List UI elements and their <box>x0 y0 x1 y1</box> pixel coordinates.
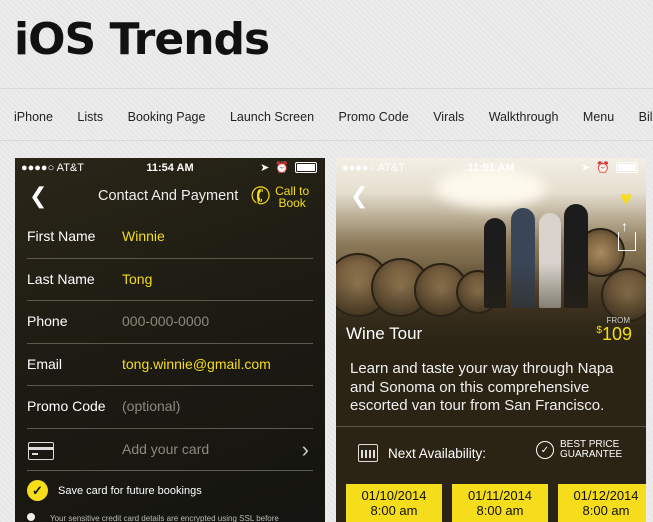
checkmark-icon: ✓ <box>27 480 48 501</box>
location-icon: ➤ <box>581 162 591 174</box>
status-bar: ●●●●○ AT&T 11:51 AM ➤ ⏰ <box>336 158 646 178</box>
nav-item-promo-code[interactable]: Promo Code <box>339 110 409 124</box>
nav-item-launch-screen[interactable]: Launch Screen <box>230 110 314 124</box>
nav-item-booking-page[interactable]: Booking Page <box>128 110 206 124</box>
save-card-label: Save card for future bookings <box>58 484 202 497</box>
phone-placeholder[interactable]: 000-000-0000 <box>122 313 209 329</box>
last-name-value[interactable]: Tong <box>122 271 152 287</box>
site-title: iOS Trends <box>14 14 270 65</box>
first-name-value[interactable]: Winnie <box>122 228 165 244</box>
email-value[interactable]: tong.winnie@gmail.com <box>122 356 271 372</box>
phone-icon: ✆ <box>246 180 276 213</box>
phone-label: Phone <box>27 313 68 329</box>
email-field[interactable]: Email tong.winnie@gmail.com <box>27 344 313 386</box>
save-card-toggle[interactable]: ✓ Save card for future bookings <box>27 480 202 501</box>
favorite-heart-icon[interactable]: ♥ <box>620 188 632 211</box>
slot-date: 01/10/2014 <box>361 488 427 503</box>
status-bar: ●●●●○ AT&T 11:54 AM ➤ ⏰ <box>15 158 325 178</box>
calendar-icon <box>358 444 378 462</box>
contact-form: First Name Winnie Last Name Tong Phone 0… <box>27 216 313 471</box>
call-to-book-button[interactable]: ✆ Call to Book <box>247 180 310 212</box>
nav-divider <box>0 140 653 141</box>
best-price-badge: ✓ BEST PRICE GUARANTEE <box>536 440 622 460</box>
battery-icon <box>295 162 317 173</box>
back-chevron-icon[interactable]: ❮ <box>350 184 368 209</box>
promo-code-field[interactable]: Promo Code (optional) <box>27 386 313 429</box>
photo-gradient <box>336 158 646 348</box>
slot-date: 01/12/2014 <box>573 488 639 503</box>
alarm-icon: ⏰ <box>596 162 610 174</box>
tour-description: Learn and taste your way through Napa an… <box>350 360 614 414</box>
nav-item-lists[interactable]: Lists <box>77 110 103 124</box>
screen-title: Contact And Payment <box>98 188 239 204</box>
add-card-row[interactable]: Add your card › <box>27 429 313 471</box>
location-icon: ➤ <box>260 162 270 174</box>
nav-item-menu[interactable]: Menu <box>583 110 614 124</box>
alarm-icon: ⏰ <box>275 162 289 174</box>
share-icon[interactable] <box>618 218 636 251</box>
wine-tour-screenshot: ●●●●○ AT&T 11:51 AM ➤⏰ ❮ ♥ Wine Tour FRO… <box>336 158 646 522</box>
nav-item-iphone[interactable]: iPhone <box>14 110 53 124</box>
battery-icon <box>616 162 638 173</box>
back-chevron-icon[interactable]: ❮ <box>29 184 47 209</box>
chevron-right-icon: › <box>301 436 309 462</box>
section-divider <box>336 426 646 427</box>
security-note-text: Your sensitive credit card details are e… <box>50 514 279 522</box>
slot-date: 01/11/2014 <box>467 488 533 503</box>
date-slot-button[interactable]: 01/12/2014 8:00 am <box>558 484 646 522</box>
header-divider <box>0 88 653 89</box>
phone-field[interactable]: Phone 000-000-0000 <box>27 301 313 344</box>
promo-code-label: Promo Code <box>27 398 106 414</box>
nav-item-billing[interactable]: Billing <box>639 110 653 124</box>
price-value: 109 <box>601 324 632 344</box>
first-name-field[interactable]: First Name Winnie <box>27 216 313 259</box>
nav-item-walkthrough[interactable]: Walkthrough <box>489 110 559 124</box>
best-price-label: BEST PRICE GUARANTEE <box>560 439 623 460</box>
call-to-book-label: Call to Book <box>275 183 310 210</box>
first-name-label: First Name <box>27 228 96 244</box>
tour-photo <box>336 158 646 348</box>
next-availability-label: Next Availability: <box>388 446 487 461</box>
promo-code-placeholder[interactable]: (optional) <box>122 398 180 414</box>
credit-card-icon <box>28 441 54 460</box>
slot-time: 8:00 am <box>476 503 524 518</box>
top-nav: iPhone Lists Booking Page Launch Screen … <box>14 110 653 124</box>
check-circle-icon: ✓ <box>536 441 554 459</box>
add-card-label: Add your card <box>122 440 210 457</box>
availability-slots: 01/10/2014 8:00 am 01/11/2014 8:00 am 01… <box>346 484 646 522</box>
nav-item-virals[interactable]: Virals <box>433 110 464 124</box>
date-slot-button[interactable]: 01/10/2014 8:00 am <box>346 484 442 522</box>
info-dot-icon <box>27 513 35 521</box>
slot-time: 8:00 am <box>582 503 630 518</box>
email-label: Email <box>27 355 63 372</box>
last-name-field[interactable]: Last Name Tong <box>27 259 313 301</box>
tour-title: Wine Tour <box>346 324 423 343</box>
tour-price: $109 <box>596 324 632 345</box>
last-name-label: Last Name <box>27 270 95 287</box>
slot-time: 8:00 am <box>370 503 418 518</box>
security-note: Your sensitive credit card details are e… <box>27 513 279 522</box>
date-slot-button[interactable]: 01/11/2014 8:00 am <box>452 484 548 522</box>
contact-payment-screenshot: ●●●●○ AT&T 11:54 AM ➤ ⏰ ❮ Contact And Pay… <box>15 158 325 522</box>
